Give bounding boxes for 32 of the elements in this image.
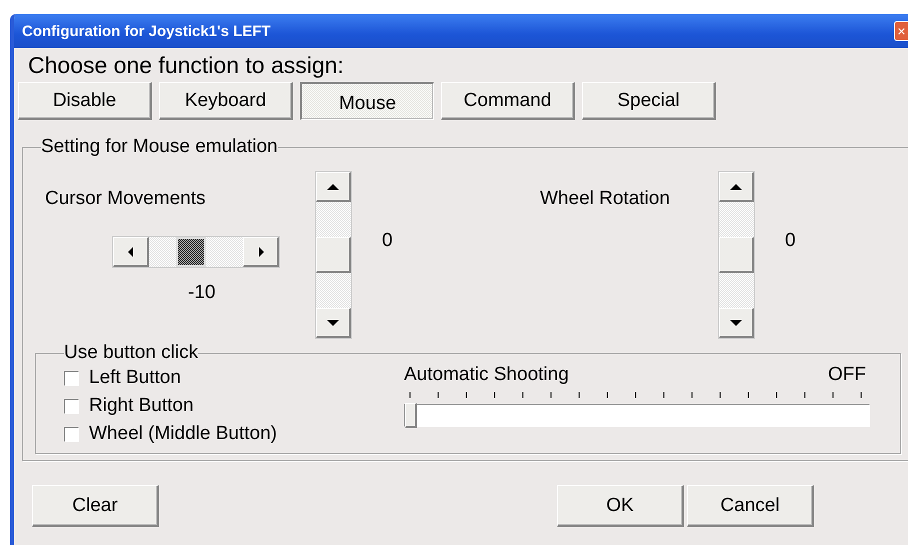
function-button[interactable]: Special xyxy=(582,82,716,120)
slider-track[interactable] xyxy=(404,404,870,427)
scroll-thumb[interactable] xyxy=(176,237,206,267)
cursor-label: Cursor Movements xyxy=(45,188,206,210)
function-button[interactable]: Disable xyxy=(18,82,152,120)
window-title: Configuration for Joystick1's LEFT xyxy=(21,22,271,40)
checkbox[interactable] xyxy=(64,370,79,386)
checkbox-label: Right Button xyxy=(89,395,194,417)
shooting-value: OFF xyxy=(828,364,866,386)
heading: Choose one function to assign: xyxy=(27,52,345,80)
checkbox-label: Left Button xyxy=(89,367,181,389)
function-button[interactable]: Mouse xyxy=(300,82,434,120)
slider-thumb[interactable] xyxy=(405,403,417,428)
function-button[interactable]: Keyboard xyxy=(159,82,293,120)
vertical-scrollbar[interactable] xyxy=(718,171,755,339)
dialog-button[interactable]: OK xyxy=(557,485,684,527)
group-title: Use button click xyxy=(64,342,198,364)
checkbox[interactable] xyxy=(64,398,79,414)
checkbox-label: Wheel (Middle Button) xyxy=(89,423,277,445)
close-button[interactable]: × xyxy=(894,21,908,41)
checkbox[interactable] xyxy=(64,426,79,442)
clear-button[interactable]: Clear xyxy=(32,485,159,527)
cursor-value: -10 xyxy=(188,282,216,304)
vertical-value: 0 xyxy=(382,230,394,253)
vertical-scrollbar[interactable] xyxy=(315,171,352,339)
function-button[interactable]: Command xyxy=(441,82,575,120)
shooting-label: Automatic Shooting xyxy=(404,364,569,386)
dialog-button[interactable]: Cancel xyxy=(687,485,814,527)
wheel-value: 0 xyxy=(785,230,797,253)
group-title: Setting for Mouse emulation xyxy=(41,136,278,158)
wheel-label: Wheel Rotation xyxy=(540,188,671,211)
horizontal-scrollbar[interactable] xyxy=(112,236,280,268)
